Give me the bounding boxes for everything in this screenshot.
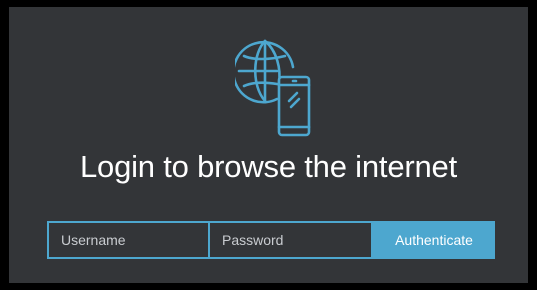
globe-mobile-icon bbox=[235, 39, 311, 137]
login-panel: Login to browse the internet Authenticat… bbox=[9, 7, 528, 283]
username-input[interactable] bbox=[47, 221, 210, 259]
password-input[interactable] bbox=[210, 221, 373, 259]
login-form: Authenticate bbox=[47, 221, 495, 259]
authenticate-button[interactable]: Authenticate bbox=[373, 221, 495, 259]
page-title: Login to browse the internet bbox=[80, 149, 457, 184]
